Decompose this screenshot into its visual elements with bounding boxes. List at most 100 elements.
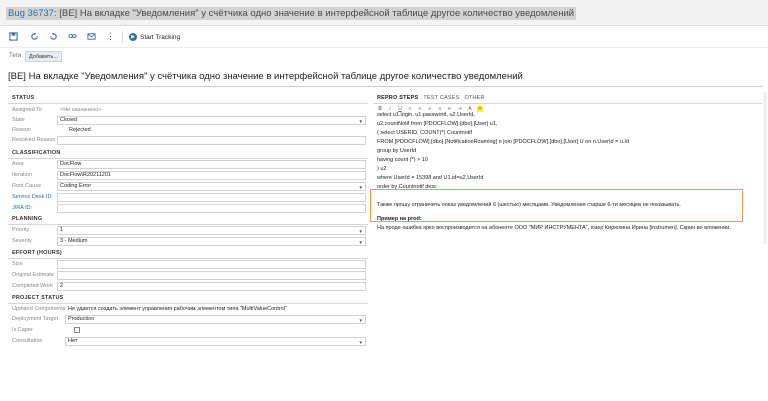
- field-iteration: Iteration DocFlow\R20211201: [8, 171, 368, 180]
- tab-test-cases[interactable]: TEST CASES: [423, 95, 459, 101]
- field-label: Priority: [12, 227, 30, 233]
- chevron-down-icon[interactable]: ▼: [359, 228, 363, 234]
- field-service-desk-id: Service Desk ID:: [8, 193, 368, 202]
- field-area: Area DocFlow: [8, 160, 368, 169]
- repro-line: u2.countNotif from [PDOCFLOW].[dbo].[Use…: [377, 121, 498, 127]
- start-tracking-button[interactable]: ▶ Start Tracking: [129, 31, 180, 43]
- field-updated-components: Updated Components Не удается создать эл…: [8, 305, 368, 314]
- section-divider: [8, 103, 368, 104]
- field-label: Deployment Target: [12, 316, 59, 322]
- deployment-target-value: Production: [68, 316, 95, 322]
- section-classification: CLASSIFICATION: [12, 150, 61, 156]
- field-label: Completed Work: [12, 283, 53, 289]
- add-tag-button[interactable]: Добавить...: [25, 51, 62, 62]
- repro-line: group by UserId: [377, 148, 417, 154]
- field-root-cause: Root Cause Coding Error ▼: [8, 182, 368, 191]
- section-planning: PLANNING: [12, 216, 43, 222]
- repro-line: select u1.login, u1.password, u2.UserId,: [377, 112, 475, 118]
- field-label: Area: [12, 161, 24, 167]
- completed-work-field[interactable]: 2: [57, 282, 366, 291]
- example-text: На проде ошибка ярко воспроизводится на …: [377, 225, 731, 231]
- repro-line: where UserId = 15398 and U1.id=u2.UserId: [377, 175, 484, 181]
- field-completed-work: Completed Work 2: [8, 282, 368, 291]
- field-label: Service Desk ID:: [12, 194, 53, 200]
- original-estimate-field[interactable]: [57, 271, 366, 280]
- field-consultation: Consultation Нет ▼: [8, 337, 368, 346]
- highlight-annotation: [370, 189, 743, 222]
- link-icon[interactable]: [67, 31, 78, 42]
- deployment-target-field[interactable]: Production ▼: [65, 315, 366, 324]
- area-field[interactable]: DocFlow: [57, 160, 366, 169]
- field-reason: Reason Rejected: [8, 126, 368, 135]
- field-deployment-target: Deployment Target Production ▼: [8, 315, 368, 324]
- service-desk-id-field[interactable]: [57, 193, 366, 202]
- field-label: Consultation: [12, 338, 43, 344]
- priority-field[interactable]: 1 ▼: [57, 226, 366, 235]
- resolved-reason-field[interactable]: [57, 136, 366, 145]
- field-label: Is Caper: [12, 327, 33, 333]
- field-original-estimate: Original Estimate: [8, 271, 368, 280]
- size-field[interactable]: [57, 260, 366, 269]
- details-scrollbar[interactable]: [763, 92, 767, 244]
- repro-line: having count (*) > 10: [377, 157, 428, 163]
- tags-label: Теги: [9, 53, 22, 59]
- consultation-value: Нет: [68, 338, 78, 344]
- severity-value: 3 - Medium: [60, 238, 88, 244]
- field-label: Iteration: [12, 172, 32, 178]
- tab-repro-steps[interactable]: REPRO STEPS: [377, 95, 418, 101]
- field-label: Reason: [12, 127, 31, 133]
- chevron-down-icon[interactable]: ▼: [359, 239, 363, 245]
- iteration-field[interactable]: DocFlow\R20211201: [57, 171, 366, 180]
- state-value: Closed: [60, 117, 78, 123]
- refresh-icon[interactable]: [29, 31, 40, 42]
- field-label: JIRA ID:: [12, 205, 33, 211]
- repro-line: ) u2: [377, 166, 387, 172]
- field-label: State: [12, 117, 25, 123]
- undo-icon[interactable]: [48, 31, 59, 42]
- severity-field[interactable]: 3 - Medium ▼: [57, 237, 366, 246]
- chevron-down-icon[interactable]: ▼: [359, 339, 363, 345]
- chevron-down-icon[interactable]: ▼: [359, 118, 363, 124]
- field-state: State Closed ▼: [8, 116, 368, 125]
- details-tabs: REPRO STEPS TEST CASES OTHER: [377, 95, 485, 101]
- section-project-status: PROJECT STATUS: [12, 295, 64, 301]
- field-severity: Severity 3 - Medium ▼: [8, 237, 368, 246]
- field-label: Size: [12, 261, 23, 267]
- title-divider: [8, 86, 762, 87]
- root-cause-value: Coding Error: [60, 183, 92, 189]
- window-title-bar: Bug 36737: [BE] На вкладке "Уведомления"…: [0, 0, 768, 26]
- field-label: Root Cause: [12, 183, 42, 189]
- field-jira-id: JIRA ID:: [8, 204, 368, 213]
- chevron-down-icon[interactable]: ▼: [359, 317, 363, 323]
- is-caper-checkbox[interactable]: [74, 327, 80, 333]
- toolbar-separator: [122, 31, 123, 43]
- root-cause-field[interactable]: Coding Error ▼: [57, 182, 366, 191]
- section-effort: EFFORT (HOURS): [12, 250, 62, 256]
- assigned-to-field[interactable]: <Не назначено>: [57, 106, 366, 115]
- section-divider: [8, 158, 368, 159]
- mail-icon[interactable]: [86, 31, 97, 42]
- tab-other[interactable]: OTHER: [464, 95, 484, 101]
- repro-line: ( select USERID, COUNT(*) Countnotif: [377, 130, 473, 136]
- field-label: Updated Components: [12, 306, 66, 312]
- jira-id-field[interactable]: [57, 204, 366, 213]
- repro-line: FROM [PDOCFLOW].[dbo].[NotificationRoami…: [377, 139, 630, 145]
- highlight-icon[interactable]: A: [477, 106, 483, 112]
- field-priority: Priority 1 ▼: [8, 226, 368, 235]
- save-icon[interactable]: [8, 31, 19, 42]
- field-size: Size: [8, 260, 368, 269]
- section-status: STATUS: [12, 95, 35, 101]
- more-icon[interactable]: ⋮: [105, 31, 116, 42]
- work-item-title[interactable]: [BE] На вкладке "Уведомления" у счётчика…: [8, 71, 523, 82]
- reason-field[interactable]: Rejected: [57, 126, 366, 135]
- chevron-down-icon[interactable]: ▼: [359, 184, 363, 190]
- field-resolved-reason: Resolved Reason: [8, 136, 368, 145]
- field-label: Severity: [12, 238, 32, 244]
- state-field[interactable]: Closed ▼: [57, 116, 366, 125]
- play-icon: ▶: [129, 33, 137, 41]
- section-divider: [8, 303, 368, 304]
- field-label: Assigned To: [12, 107, 42, 113]
- consultation-field[interactable]: Нет ▼: [65, 337, 366, 346]
- start-tracking-label: Start Tracking: [140, 33, 181, 41]
- priority-value: 1: [60, 227, 64, 233]
